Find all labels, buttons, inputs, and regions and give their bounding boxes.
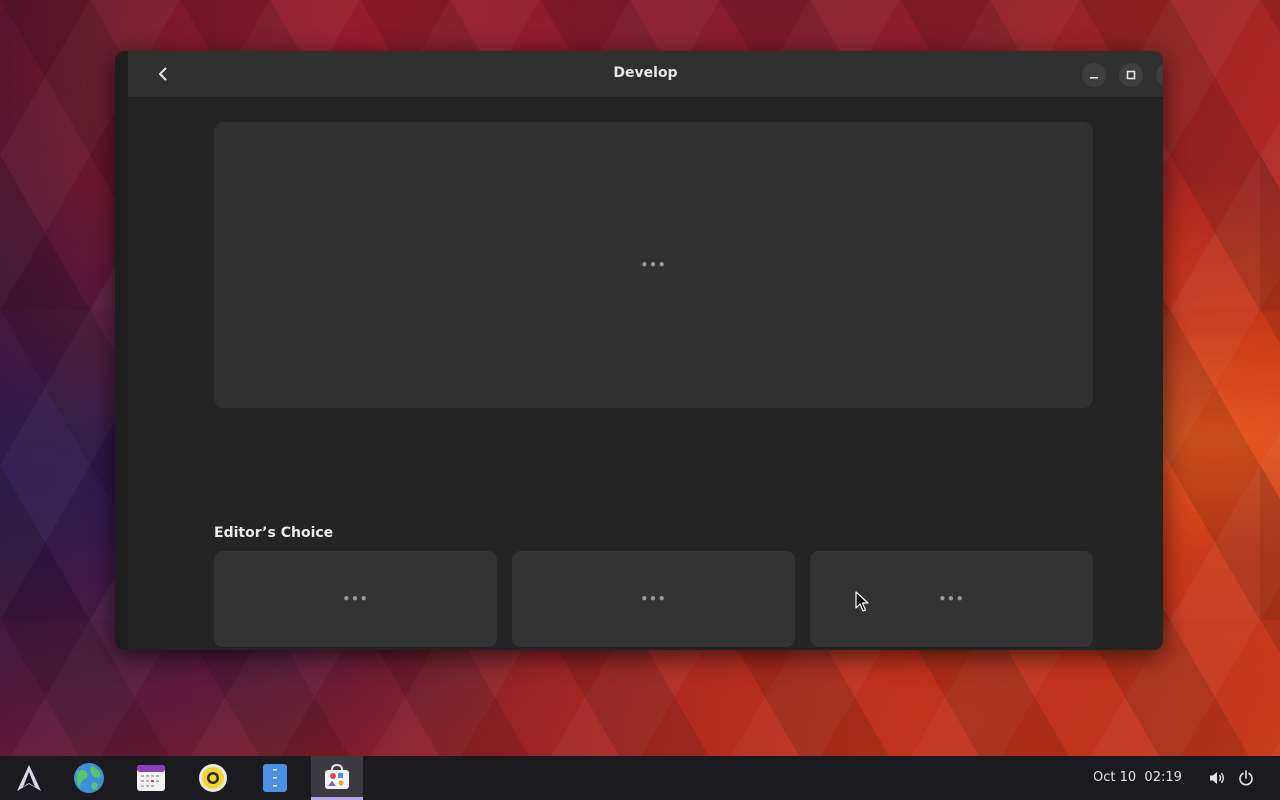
window-edge [115,51,128,650]
power-button[interactable] [1236,768,1256,788]
minimize-icon [1090,77,1098,79]
maximize-button[interactable] [1119,63,1143,87]
taskbar-app-files[interactable] [249,756,301,800]
calendar-icon [137,765,165,791]
mouse-pointer-icon [855,591,869,612]
loading-indicator: ••• [938,592,965,606]
software-store-icon [325,763,349,789]
loading-indicator: ••• [640,592,667,606]
minimize-button[interactable] [1082,63,1106,87]
clock-time: 02:19 [1144,770,1182,785]
taskbar-app-browser[interactable] [63,756,115,800]
app-tile[interactable]: ••• [512,551,795,647]
file-manager-icon [263,764,287,792]
loading-indicator: ••• [342,592,369,606]
launcher-button[interactable] [3,756,55,800]
taskbar-app-music[interactable] [187,756,239,800]
header-bar: Develop [128,51,1163,98]
app-tile[interactable]: ••• [810,551,1093,647]
app-window: Develop ••• Editor’s Choice ••• ••• ••• [115,51,1163,650]
featured-banner[interactable]: ••• [214,122,1093,408]
loading-indicator: ••• [640,258,667,272]
music-player-icon [199,764,227,792]
section-title: Editor’s Choice [214,525,334,541]
clock-date: Oct 10 [1093,770,1137,785]
taskbar-app-calendar[interactable] [125,756,177,800]
clock[interactable]: Oct 10 02:19 [1093,770,1182,785]
volume-icon [1210,772,1224,784]
taskbar: Oct 10 02:19 [0,756,1280,800]
power-icon [1239,770,1253,786]
launcher-icon [17,765,41,791]
app-tile[interactable]: ••• [214,551,497,647]
volume-button[interactable] [1207,768,1227,788]
category-page: ••• Editor’s Choice ••• ••• ••• [128,98,1163,650]
web-browser-icon [74,763,104,793]
taskbar-app-software[interactable] [311,756,363,800]
window-title: Develop [613,65,678,81]
maximize-icon [1126,70,1136,80]
